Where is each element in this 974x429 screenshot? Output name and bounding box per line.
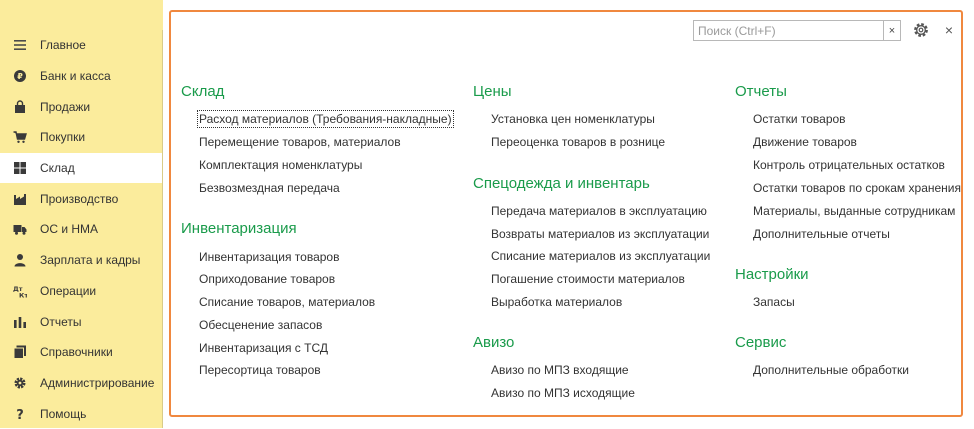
link-additional-reports[interactable]: Дополнительные отчеты [753, 227, 890, 241]
sidebar: Главное ₽ Банк и касса Продажи Покупки С… [0, 30, 163, 428]
warehouse-grid-icon [13, 161, 27, 175]
link-material-output[interactable]: Выработка материалов [491, 295, 622, 309]
sidebar-item-bank[interactable]: ₽ Банк и касса [0, 61, 162, 92]
sidebar-item-label: Склад [40, 161, 75, 176]
sidebar-item-salary[interactable]: Зарплата и кадры [0, 245, 162, 276]
section-title-reports: Отчеты [735, 83, 787, 100]
truck-icon [13, 222, 27, 236]
bar-chart-icon [13, 315, 27, 329]
sidebar-item-label: ОС и НМА [40, 222, 99, 237]
sidebar-item-label: Главное [40, 38, 86, 53]
search-clear-button[interactable]: × [883, 21, 900, 40]
section-title-aviso: Авизо [473, 334, 515, 351]
sidebar-item-label: Продажи [40, 99, 91, 114]
section-title-workwear: Спецодежда и инвентарь [473, 175, 650, 192]
sidebar-item-label: Зарплата и кадры [40, 253, 141, 268]
link-aviso-incoming[interactable]: Авизо по МПЗ входящие [491, 363, 629, 377]
books-icon [13, 345, 27, 360]
sidebar-item-references[interactable]: Справочники [0, 337, 162, 368]
link-aviso-outgoing[interactable]: Авизо по МПЗ исходящие [491, 386, 635, 400]
svg-text:Кт: Кт [19, 291, 27, 298]
sidebar-item-fixed-assets[interactable]: ОС и НМА [0, 214, 162, 245]
section-title-warehouse: Склад [181, 83, 225, 100]
sidebar-item-label: Производство [40, 191, 119, 206]
link-impairment[interactable]: Обесценение запасов [199, 318, 322, 332]
sidebar-item-purchases[interactable]: Покупки [0, 122, 162, 153]
gear-icon [13, 376, 27, 390]
link-regrading[interactable]: Пересортица товаров [199, 363, 321, 377]
cart-icon [13, 130, 27, 144]
link-stocks[interactable]: Запасы [753, 295, 795, 309]
search-input[interactable] [694, 21, 883, 40]
link-goods-balance[interactable]: Остатки товаров [753, 112, 846, 126]
section-title-service: Сервис [735, 334, 787, 351]
link-return-from-operation[interactable]: Возвраты материалов из эксплуатации [491, 227, 709, 241]
section-title-settings: Настройки [735, 266, 809, 283]
link-negative-balance-control[interactable]: Контроль отрицательных остатков [753, 158, 945, 172]
sidebar-top-strip [0, 0, 163, 31]
link-materials-issued[interactable]: Материалы, выданные сотрудникам [753, 204, 955, 218]
link-inventory-tsd[interactable]: Инвентаризация с ТСД [199, 341, 328, 355]
menu-lines-icon [13, 38, 27, 52]
search-box: × [693, 20, 901, 41]
link-cost-repayment[interactable]: Погашение стоимости материалов [491, 272, 685, 286]
link-goods-receipt[interactable]: Оприходование товаров [199, 272, 335, 286]
svg-text:₽: ₽ [17, 72, 23, 81]
settings-gear-icon[interactable] [912, 21, 930, 39]
link-writeoff-from-operation[interactable]: Списание материалов из эксплуатации [491, 249, 710, 263]
sidebar-item-label: Банк и касса [40, 69, 111, 84]
sidebar-item-label: Справочники [40, 345, 113, 360]
sidebar-item-help[interactable]: ? Помощь [0, 398, 162, 429]
link-goods-writeoff[interactable]: Списание товаров, материалов [199, 295, 375, 309]
sidebar-item-label: Операции [40, 283, 97, 298]
question-icon: ? [13, 407, 27, 421]
sidebar-item-operations[interactable]: Дт Кт Операции [0, 276, 162, 307]
sidebar-item-reports[interactable]: Отчеты [0, 306, 162, 337]
link-balance-by-shelf-life[interactable]: Остатки товаров по срокам хранения [753, 181, 961, 195]
svg-text:?: ? [16, 408, 24, 421]
close-button[interactable]: × [941, 21, 957, 39]
section-title-prices: Цены [473, 83, 512, 100]
link-inventory-goods[interactable]: Инвентаризация товаров [199, 250, 339, 264]
section-title-inventory: Инвентаризация [181, 220, 297, 237]
sidebar-item-label: Администрирование [40, 375, 155, 390]
link-material-consumption[interactable]: Расход материалов (Требования-накладные) [197, 110, 454, 128]
debit-credit-icon: Дт Кт [13, 284, 27, 298]
link-goods-movement[interactable]: Движение товаров [753, 135, 857, 149]
link-set-prices[interactable]: Установка цен номенклатуры [491, 112, 655, 126]
coin-icon: ₽ [13, 69, 27, 83]
sidebar-item-warehouse[interactable]: Склад [0, 152, 162, 184]
sidebar-item-label: Покупки [40, 130, 86, 145]
sidebar-item-production[interactable]: Производство [0, 183, 162, 214]
sidebar-item-label: Помощь [40, 406, 87, 421]
link-retail-revaluation[interactable]: Переоценка товаров в рознице [491, 135, 665, 149]
link-assembly[interactable]: Комплектация номенклатуры [199, 158, 362, 172]
sidebar-item-administration[interactable]: Администрирование [0, 368, 162, 399]
shopping-bag-icon [13, 100, 27, 114]
sidebar-item-label: Отчеты [40, 314, 82, 329]
sidebar-item-sales[interactable]: Продажи [0, 91, 162, 122]
person-icon [13, 253, 27, 267]
factory-icon [13, 192, 27, 206]
sidebar-item-main[interactable]: Главное [0, 30, 162, 61]
link-free-transfer[interactable]: Безвозмездная передача [199, 181, 340, 195]
link-goods-transfer[interactable]: Перемещение товаров, материалов [199, 135, 401, 149]
link-additional-processing[interactable]: Дополнительные обработки [753, 363, 909, 377]
link-transfer-to-operation[interactable]: Передача материалов в эксплуатацию [491, 204, 707, 218]
